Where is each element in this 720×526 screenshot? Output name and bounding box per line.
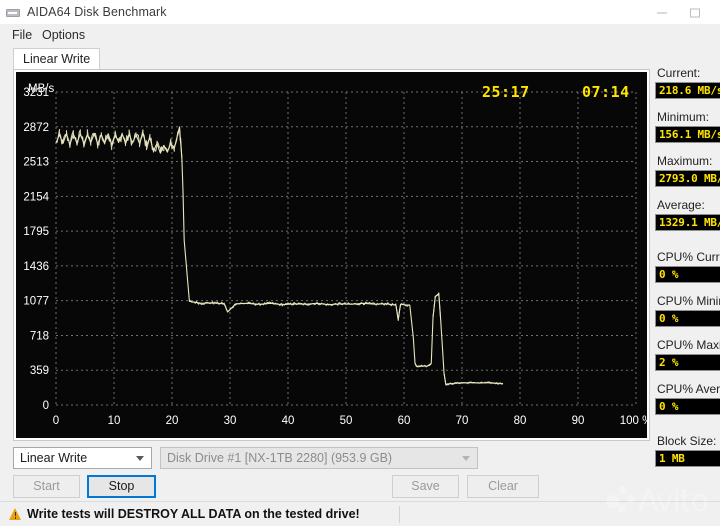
minimize-button[interactable] — [645, 0, 678, 26]
svg-text:10: 10 — [108, 415, 121, 427]
status-warning-text: Write tests will DESTROY ALL DATA on the… — [27, 507, 360, 521]
stat-label: Block Size: — [657, 434, 717, 448]
menu-bar: File Options — [0, 24, 720, 46]
stat-value-box: 156.1 MB/s — [655, 126, 720, 143]
stat-value-box: 1 MB — [655, 450, 720, 467]
svg-text:90: 90 — [572, 415, 585, 427]
stat-value-box: 0 % — [655, 266, 720, 283]
stop-button[interactable]: Stop — [87, 475, 156, 498]
benchmark-mode-value: Linear Write — [20, 451, 88, 465]
svg-text:718: 718 — [30, 330, 49, 342]
menu-item-options[interactable]: Options — [38, 27, 89, 44]
stat-value: 1 MB — [659, 452, 685, 465]
svg-text:80: 80 — [514, 415, 527, 427]
stat-value-box: 2793.0 MB/s — [655, 170, 720, 187]
svg-text:1436: 1436 — [23, 261, 49, 273]
stat-value-box: 218.6 MB/s — [655, 82, 720, 99]
svg-text:0: 0 — [43, 400, 49, 412]
svg-text:0: 0 — [53, 415, 59, 427]
chevron-down-icon — [136, 456, 144, 461]
stat-gap — [655, 426, 720, 434]
svg-text:3231: 3231 — [23, 87, 49, 99]
stat-label: Average: — [657, 198, 705, 212]
svg-text:70: 70 — [456, 415, 469, 427]
status-divider — [399, 506, 400, 523]
svg-text:30: 30 — [224, 415, 237, 427]
stat-value: 156.1 MB/s — [659, 128, 720, 141]
stat-value-box: 0 % — [655, 398, 720, 415]
warning-icon — [9, 508, 22, 520]
statistics-panel: Current: 218.6 MB/s Minimum: 156.1 MB/s Maxi… — [655, 66, 720, 478]
stat-label: CPU% Minimum: — [657, 294, 720, 308]
svg-text:1077: 1077 — [23, 296, 49, 308]
stat-value-box: 1329.1 MB/s — [655, 214, 720, 231]
svg-text:60: 60 — [398, 415, 411, 427]
stat-value: 0 % — [659, 400, 679, 413]
timer-elapsed: 25:17 — [482, 83, 530, 101]
start-button[interactable]: Start — [13, 475, 80, 498]
benchmark-mode-select[interactable]: Linear Write — [13, 447, 152, 469]
stat-gap — [655, 242, 720, 250]
benchmark-chart: MB/s 0 359 718 1077 1436 1795 2154 2513 2872 3231 0… — [16, 72, 647, 438]
stat-label: Maximum: — [657, 154, 713, 168]
svg-text:2513: 2513 — [23, 157, 49, 169]
status-bar: Write tests will DESTROY ALL DATA on the… — [0, 501, 720, 526]
tab-linear-write[interactable]: Linear Write — [13, 48, 101, 69]
stat-label: Current: — [657, 66, 701, 80]
stat-value: 218.6 MB/s — [659, 84, 720, 97]
stat-label: CPU% Average: — [657, 382, 720, 396]
stat-label: Minimum: — [657, 110, 710, 124]
save-button[interactable]: Save — [392, 475, 459, 498]
svg-text:50: 50 — [340, 415, 353, 427]
stat-label: CPU% Current: — [657, 250, 720, 264]
chart-canvas: MB/s035971810771436179521542513287232310… — [23, 83, 647, 427]
disk-drive-icon — [6, 7, 20, 19]
maximize-icon — [689, 8, 700, 18]
svg-text:2872: 2872 — [23, 122, 49, 134]
stat-value: 2793.0 MB/s — [659, 172, 720, 185]
stat-value-box: 2 % — [655, 354, 720, 371]
chevron-down-icon — [462, 456, 470, 461]
svg-text:40: 40 — [282, 415, 295, 427]
benchmark-chart-panel: MB/s 0 359 718 1077 1436 1795 2154 2513 2872 3231 0… — [13, 69, 650, 441]
clear-button[interactable]: Clear — [467, 475, 539, 498]
svg-text:359: 359 — [30, 365, 49, 377]
svg-text:1795: 1795 — [23, 226, 49, 238]
maximize-button[interactable] — [678, 0, 711, 26]
aida64-disk-benchmark-window: AIDA64 Disk Benchmark File Options Linea… — [0, 0, 720, 526]
timer-remaining: 07:14 — [582, 83, 630, 101]
stat-value-box: 0 % — [655, 310, 720, 327]
stat-value: 0 % — [659, 268, 679, 281]
stat-value: 1329.1 MB/s — [659, 216, 720, 229]
svg-text:100 %: 100 % — [620, 415, 647, 427]
stat-label: CPU% Maximum: — [657, 338, 720, 352]
window-title: AIDA64 Disk Benchmark — [27, 5, 167, 19]
drive-select-value: Disk Drive #1 [NX-1TB 2280] (953.9 GB) — [167, 451, 393, 465]
stat-value: 2 % — [659, 356, 679, 369]
menu-item-file[interactable]: File — [8, 27, 36, 44]
drive-select[interactable]: Disk Drive #1 [NX-1TB 2280] (953.9 GB) — [160, 447, 478, 469]
tab-strip: Linear Write — [9, 48, 711, 69]
stat-value: 0 % — [659, 312, 679, 325]
minimize-icon — [656, 12, 667, 14]
svg-text:20: 20 — [166, 415, 179, 427]
svg-text:2154: 2154 — [23, 191, 49, 203]
